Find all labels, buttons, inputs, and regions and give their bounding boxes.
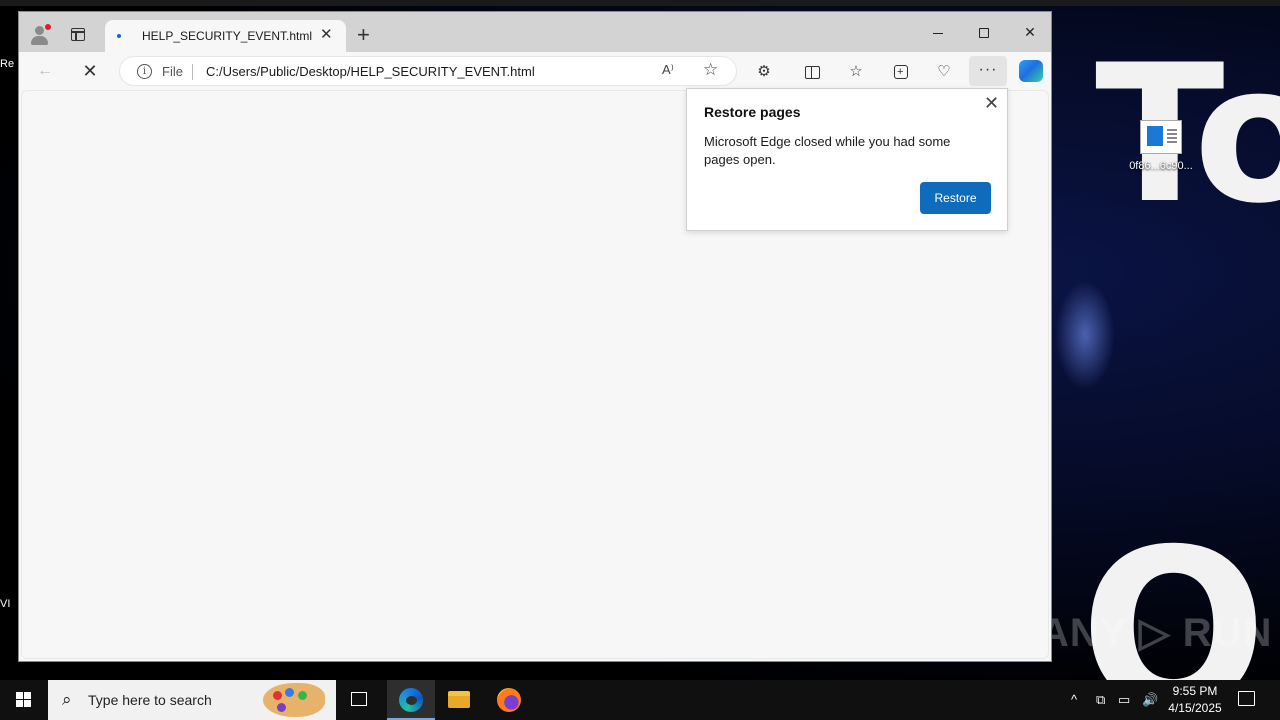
system-clock[interactable]: 9:55 PM 4/15/2025 bbox=[1162, 683, 1228, 717]
network-icon[interactable]: ⧉ bbox=[1096, 680, 1105, 720]
new-tab-button[interactable]: + bbox=[357, 24, 370, 46]
restore-message: Microsoft Edge closed while you had some… bbox=[704, 134, 951, 167]
edge-taskbar-button[interactable] bbox=[387, 680, 435, 720]
maximize-button[interactable] bbox=[961, 18, 1007, 46]
url-scheme-label: File bbox=[162, 64, 183, 79]
wallpaper-text-bottom: O bbox=[1080, 502, 1268, 680]
restore-button[interactable]: Restore bbox=[920, 182, 991, 214]
edge-icon bbox=[399, 688, 423, 712]
desktop-left-label: VI bbox=[0, 598, 11, 610]
wallpaper-blur bbox=[1055, 280, 1115, 390]
tab-actions-icon[interactable] bbox=[71, 28, 85, 41]
windows-logo-icon bbox=[16, 692, 23, 699]
taskbar-search[interactable]: ⌕ Type here to search bbox=[48, 680, 336, 720]
start-button[interactable] bbox=[0, 680, 48, 720]
display-icon[interactable]: ▭ bbox=[1118, 680, 1130, 720]
address-bar[interactable]: i File C:/Users/Public/Desktop/HELP_SECU… bbox=[119, 56, 737, 86]
anyrun-watermark: ANY ▷ RUN bbox=[1040, 611, 1273, 655]
back-button[interactable]: ← bbox=[29, 56, 61, 86]
edge-window: HELP_SECURITY_EVENT.html ✕ + ✕ ← ✕ i Fil… bbox=[18, 11, 1052, 662]
extensions-icon[interactable]: ⚙ bbox=[753, 61, 775, 83]
search-icon: ⌕ bbox=[62, 690, 72, 709]
loading-indicator-icon bbox=[117, 34, 121, 38]
firefox-button[interactable] bbox=[484, 680, 532, 720]
favorite-star-icon[interactable]: ☆ bbox=[703, 60, 718, 80]
taskbar: ⌕ Type here to search ^ ⧉ ▭ 🔊 9:55 PM 4/… bbox=[0, 680, 1280, 720]
more-menu-button[interactable]: ··· bbox=[969, 56, 1007, 86]
popup-close-icon[interactable]: ✕ bbox=[984, 93, 999, 114]
address-separator bbox=[192, 64, 193, 80]
tab-close-icon[interactable]: ✕ bbox=[320, 27, 333, 42]
profile-icon[interactable] bbox=[29, 24, 51, 46]
task-view-button[interactable] bbox=[336, 680, 384, 720]
file-explorer-button[interactable] bbox=[435, 680, 483, 720]
collections-icon[interactable] bbox=[890, 61, 912, 83]
url-text[interactable]: C:/Users/Public/Desktop/HELP_SECURITY_EV… bbox=[206, 64, 535, 79]
tab-title: HELP_SECURITY_EVENT.html bbox=[142, 29, 313, 43]
close-window-button[interactable]: ✕ bbox=[1007, 18, 1053, 46]
volume-icon[interactable]: 🔊 bbox=[1142, 680, 1158, 720]
copilot-icon[interactable] bbox=[1019, 60, 1043, 82]
tab-active[interactable]: HELP_SECURITY_EVENT.html ✕ bbox=[105, 20, 346, 52]
clock-date: 4/15/2025 bbox=[1168, 701, 1222, 715]
document-icon bbox=[1140, 120, 1182, 154]
folder-icon bbox=[448, 691, 470, 708]
clock-time: 9:55 PM bbox=[1172, 684, 1218, 698]
restore-title: Restore pages bbox=[704, 104, 801, 120]
firefox-icon bbox=[497, 688, 521, 712]
desktop-left-label: Re bbox=[0, 58, 15, 70]
performance-icon[interactable]: ♡ bbox=[933, 61, 955, 83]
task-view-icon bbox=[351, 692, 367, 706]
minimize-button[interactable] bbox=[915, 18, 961, 46]
split-screen-icon[interactable] bbox=[801, 61, 823, 83]
search-placeholder[interactable]: Type here to search bbox=[88, 692, 212, 708]
desktop-file-label: 0f86...6c90... bbox=[1129, 160, 1193, 172]
show-hidden-icons-icon[interactable]: ^ bbox=[1071, 680, 1077, 720]
desktop-top-strip bbox=[0, 0, 1280, 6]
desktop-file-icon[interactable]: 0f86...6c90... bbox=[1125, 120, 1197, 172]
title-bar: HELP_SECURITY_EVENT.html ✕ + ✕ bbox=[19, 12, 1051, 52]
read-aloud-icon[interactable]: A⁾ bbox=[662, 62, 674, 78]
restore-pages-popup: Restore pages ✕ Microsoft Edge closed wh… bbox=[686, 88, 1008, 231]
notifications-icon[interactable] bbox=[1238, 691, 1255, 706]
info-icon[interactable]: i bbox=[137, 64, 152, 79]
stop-button[interactable]: ✕ bbox=[74, 56, 106, 86]
palette-icon bbox=[263, 683, 325, 717]
browser-toolbar: ← ✕ i File C:/Users/Public/Desktop/HELP_… bbox=[19, 52, 1051, 90]
favorites-icon[interactable]: ☆ bbox=[845, 61, 867, 83]
